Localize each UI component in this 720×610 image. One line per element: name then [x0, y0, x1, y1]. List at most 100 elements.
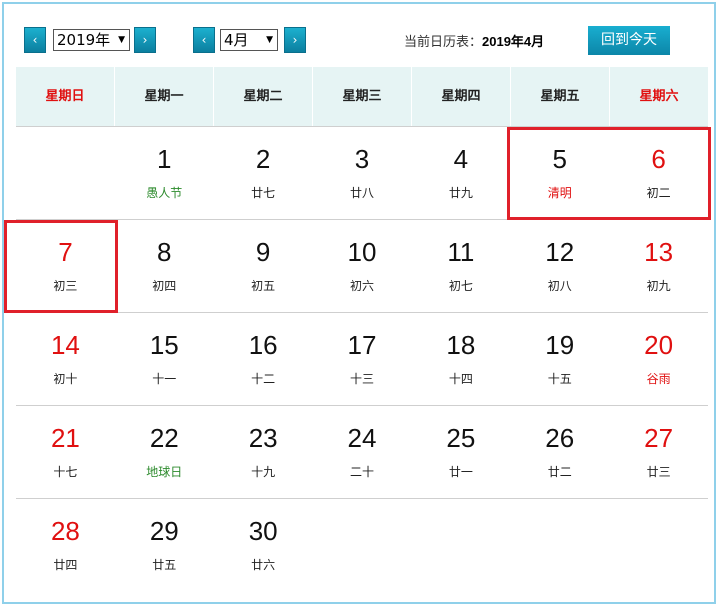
chevron-right-icon: ›	[142, 33, 148, 47]
weekday-wednesday: 星期三	[313, 67, 412, 126]
day-number: 24	[347, 423, 377, 453]
lunar-date: 初六	[350, 279, 375, 293]
weekday-sunday: 星期日	[16, 67, 115, 126]
year-select[interactable]: 2019年 ▼	[53, 29, 130, 51]
day-cell[interactable]: 10 初六	[313, 220, 412, 312]
day-number: 15	[149, 330, 179, 360]
day-number: 9	[255, 237, 271, 267]
weekday-friday: 星期五	[511, 67, 610, 126]
day-number: 13	[644, 237, 674, 267]
day-number: 14	[50, 330, 80, 360]
day-cell[interactable]: 21 十七	[16, 406, 115, 498]
prev-year-button[interactable]: ‹	[24, 27, 46, 53]
lunar-date: 初四	[152, 279, 177, 293]
day-number: 7	[58, 237, 73, 267]
lunar-date: 廿五	[152, 558, 177, 572]
weekday-tuesday: 星期二	[214, 67, 313, 126]
lunar-date: 廿三	[646, 465, 671, 479]
day-number: 12	[545, 237, 575, 267]
dropdown-arrow-icon: ▼	[118, 35, 125, 45]
day-number: 23	[248, 423, 278, 453]
day-cell[interactable]: 16 十二	[214, 313, 313, 405]
lunar-date: 十一	[152, 372, 177, 386]
day-cell[interactable]: 18 十四	[411, 313, 510, 405]
day-cell[interactable]: 20 谷雨	[609, 313, 708, 405]
next-year-button[interactable]: ›	[134, 27, 156, 53]
day-cell[interactable]: 2 廿七	[214, 127, 313, 219]
day-number: 4	[453, 144, 469, 174]
day-number: 25	[446, 423, 476, 453]
chevron-left-icon: ‹	[32, 33, 38, 47]
day-cell[interactable]: 11 初七	[411, 220, 510, 312]
week-row: 28 廿四 29 廿五 30 廿六	[16, 499, 708, 591]
day-cell[interactable]: 5 清明	[510, 127, 609, 219]
day-cell[interactable]: 30 廿六	[214, 499, 313, 591]
empty-day-cell	[609, 499, 708, 591]
lunar-date: 廿九	[448, 186, 473, 200]
day-cell[interactable]: 27 廿三	[609, 406, 708, 498]
day-cell[interactable]: 13 初九	[609, 220, 708, 312]
lunar-date: 廿二	[547, 465, 572, 479]
lunar-date: 初十	[53, 372, 78, 386]
lunar-date: 二十	[350, 465, 375, 479]
day-cell[interactable]: 1 愚人节	[115, 127, 214, 219]
day-cell[interactable]: 23 十九	[214, 406, 313, 498]
day-cell[interactable]: 7 初三	[16, 220, 115, 312]
day-number: 18	[446, 330, 476, 360]
day-number: 26	[545, 423, 575, 453]
weekday-monday: 星期一	[115, 67, 214, 126]
weekday-thursday: 星期四	[412, 67, 511, 126]
empty-day-cell	[411, 499, 510, 591]
day-number: 2	[255, 144, 271, 174]
day-cell[interactable]: 25 廿一	[411, 406, 510, 498]
day-number: 30	[248, 516, 278, 546]
prev-month-button[interactable]: ‹	[193, 27, 215, 53]
lunar-date: 地球日	[146, 465, 183, 479]
day-cell[interactable]: 17 十三	[313, 313, 412, 405]
chevron-right-icon: ›	[292, 33, 298, 47]
day-number: 3	[354, 144, 370, 174]
day-cell[interactable]: 9 初五	[214, 220, 313, 312]
day-cell[interactable]: 22 地球日	[115, 406, 214, 498]
lunar-date: 十九	[251, 465, 276, 479]
weekday-header: 星期日 星期一 星期二 星期三 星期四 星期五 星期六	[16, 67, 708, 126]
day-cell[interactable]: 4 廿九	[411, 127, 510, 219]
lunar-date: 初二	[646, 186, 671, 200]
lunar-date: 十五	[547, 372, 572, 386]
month-select[interactable]: 4月 ▼	[220, 29, 278, 51]
current-label-text: 当前日历表：	[404, 34, 483, 49]
empty-day-cell	[16, 127, 115, 219]
day-cell[interactable]: 12 初八	[510, 220, 609, 312]
day-cell[interactable]: 19 十五	[510, 313, 609, 405]
day-number: 6	[651, 144, 666, 174]
lunar-date: 清明	[547, 186, 572, 200]
day-cell[interactable]: 29 廿五	[115, 499, 214, 591]
lunar-date: 谷雨	[646, 372, 671, 386]
day-cell[interactable]: 24 二十	[313, 406, 412, 498]
chevron-left-icon: ‹	[201, 33, 207, 47]
day-cell[interactable]: 28 廿四	[16, 499, 115, 591]
lunar-date: 初五	[251, 279, 276, 293]
current-month-value: 2019年4月	[482, 34, 545, 49]
lunar-date: 愚人节	[146, 186, 183, 200]
back-to-today-button[interactable]: 回到今天	[588, 26, 670, 55]
day-cell[interactable]: 6 初二	[609, 127, 708, 219]
lunar-date: 十二	[251, 372, 276, 386]
dropdown-arrow-icon: ▼	[266, 35, 273, 45]
calendar-grid: 1 愚人节 2 廿七 3 廿八 4 廿九 5 清明 6 初二 7 初三 8 初四 9 初五 10 初六 11 初七 12 初八…	[16, 126, 708, 591]
day-number: 11	[447, 237, 475, 267]
day-cell[interactable]: 15 十一	[115, 313, 214, 405]
day-cell[interactable]: 3 廿八	[313, 127, 412, 219]
lunar-date: 初三	[53, 279, 78, 293]
lunar-date: 初七	[448, 279, 473, 293]
day-number: 20	[644, 330, 674, 360]
day-cell[interactable]: 26 廿二	[510, 406, 609, 498]
next-month-button[interactable]: ›	[284, 27, 306, 53]
empty-day-cell	[510, 499, 609, 591]
day-number: 29	[149, 516, 179, 546]
day-number: 16	[248, 330, 278, 360]
lunar-date: 廿四	[53, 558, 78, 572]
day-cell[interactable]: 8 初四	[115, 220, 214, 312]
day-cell[interactable]: 14 初十	[16, 313, 115, 405]
day-number: 1	[157, 144, 172, 174]
